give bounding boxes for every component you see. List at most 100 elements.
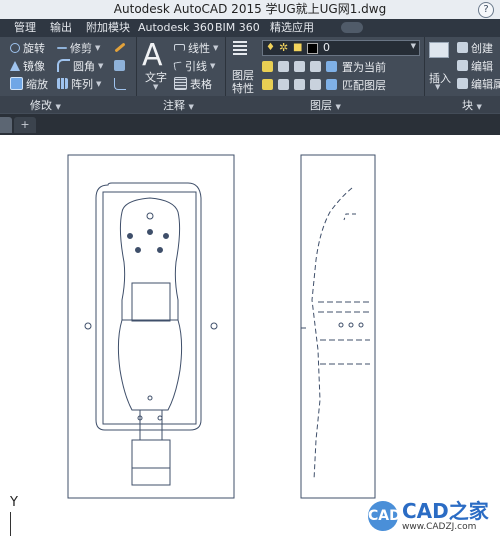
ribbon-group-labels: 修改 ▼ 注释 ▼ 图层 ▼ 块 ▼ xyxy=(0,96,500,113)
chevron-down-icon: ▼ xyxy=(210,61,216,70)
edit-attr-label: 编辑属 xyxy=(471,77,500,91)
menu-bar: 管理 输出 附加模块 Autodesk 360 BIM 360 精选应用 xyxy=(0,19,500,37)
menu-autodesk360[interactable]: Autodesk 360 xyxy=(138,21,214,35)
ucs-y-label: Y xyxy=(10,495,18,510)
chevron-down-icon[interactable]: ▼ xyxy=(435,83,440,91)
layer-unlock-icon[interactable] xyxy=(310,79,321,90)
annotation-group: A 文字 ▼ 线性 ▼ 引线 ▼ 表格 xyxy=(137,37,226,97)
layer-lock-icon[interactable] xyxy=(310,61,321,72)
layer-tools-row2: 匹配图层 xyxy=(262,77,386,92)
menu-bim360[interactable]: BIM 360 xyxy=(215,21,260,35)
upper-pad xyxy=(119,197,181,321)
array-label: 阵列 xyxy=(71,77,93,91)
side-profile-hidden xyxy=(311,187,353,481)
drawing-svg xyxy=(67,154,376,499)
sun-icon: ✲ xyxy=(279,41,289,54)
offset-icon xyxy=(114,77,126,90)
watermark-brand: CAD之家 xyxy=(402,498,489,523)
offset-button[interactable] xyxy=(114,76,126,91)
scale-button[interactable]: 缩放 xyxy=(10,76,48,91)
layer-thaw-icon[interactable] xyxy=(294,79,305,90)
layer-dropdown[interactable]: ♦ ✲ ■ 0 ▼ xyxy=(262,40,420,56)
dimension-icon xyxy=(174,44,185,51)
modify-group: 旋转 修剪 ▼ 镜像 圆角 ▼ 缩放 阵列 ▼ xyxy=(0,37,137,97)
base-plug xyxy=(131,439,171,486)
new-tab-button[interactable]: + xyxy=(14,117,36,133)
layer-properties-label[interactable]: 图层 特性 xyxy=(232,69,254,95)
watermark: CAD CAD之家 www.CADZJ.com xyxy=(368,494,489,538)
layer-stack-icon[interactable] xyxy=(233,41,247,55)
chevron-down-icon: ▼ xyxy=(96,79,102,88)
explode-icon xyxy=(114,60,125,71)
chevron-down-icon: ▼ xyxy=(213,43,219,52)
ribbon-toggle-button[interactable] xyxy=(341,22,363,33)
annotation-group-label[interactable]: 注释 ▼ xyxy=(163,97,194,113)
create-label: 创建 xyxy=(471,41,493,55)
explode-button[interactable] xyxy=(114,58,125,73)
mirror-label: 镜像 xyxy=(23,59,45,73)
match-layer-icon xyxy=(326,79,337,90)
document-tab[interactable] xyxy=(0,117,12,133)
current-layer-name: 0 xyxy=(323,41,330,54)
neck xyxy=(139,409,163,441)
fillet-icon xyxy=(57,59,70,72)
rotate-button[interactable]: 旋转 xyxy=(10,40,45,55)
leader-icon xyxy=(173,60,183,71)
layer-on-icon[interactable] xyxy=(262,79,273,90)
table-button[interactable]: 表格 xyxy=(174,76,212,91)
trim-label: 修剪 xyxy=(70,41,92,55)
match-prop-button[interactable] xyxy=(114,40,126,55)
table-icon xyxy=(174,77,187,90)
mirror-button[interactable]: 镜像 xyxy=(10,58,45,73)
rotate-icon xyxy=(10,42,20,53)
fillet-button[interactable]: 圆角 ▼ xyxy=(57,58,103,73)
mount-hole-right xyxy=(210,322,218,330)
leader-button[interactable]: 引线 ▼ xyxy=(173,58,216,73)
edit-attributes-button[interactable]: 编辑属 xyxy=(457,76,500,91)
mirror-icon xyxy=(10,60,20,71)
layer-isolate-icon[interactable] xyxy=(278,61,289,72)
modify-group-label[interactable]: 修改 ▼ xyxy=(30,97,61,113)
lightbulb-icon: ♦ xyxy=(266,42,275,53)
insert-block-icon[interactable] xyxy=(429,42,449,58)
edit-block-button[interactable]: 编辑 xyxy=(457,58,493,73)
match-layer-label[interactable]: 匹配图层 xyxy=(342,77,386,93)
help-icon[interactable]: ? xyxy=(478,2,494,18)
edit-label: 编辑 xyxy=(471,59,493,73)
rotate-label: 旋转 xyxy=(23,41,45,55)
leader-label: 引线 xyxy=(185,59,207,73)
table-label: 表格 xyxy=(190,77,212,91)
edit-attr-icon xyxy=(457,78,468,89)
text-icon[interactable]: A xyxy=(142,38,163,73)
menu-manage[interactable]: 管理 xyxy=(14,21,36,35)
center-block xyxy=(131,282,171,322)
layers-group: 图层 特性 ♦ ✲ ■ 0 ▼ 置为当前 匹配图层 xyxy=(226,37,425,97)
chevron-down-icon: ▼ xyxy=(98,61,104,70)
window-title: Autodesk AutoCAD 2015 学UG就上UG网1.dwg xyxy=(113,2,387,16)
block-group-label[interactable]: 块 ▼ xyxy=(462,97,482,113)
layer-off-icon[interactable] xyxy=(262,61,273,72)
drawing-canvas[interactable] xyxy=(0,135,500,540)
chevron-down-icon[interactable]: ▼ xyxy=(153,83,158,91)
layer-unisolate-icon[interactable] xyxy=(278,79,289,90)
body-outline xyxy=(95,182,202,431)
trim-icon xyxy=(57,46,67,49)
create-block-button[interactable]: 创建 xyxy=(457,40,493,55)
layers-group-label[interactable]: 图层 ▼ xyxy=(310,97,341,113)
lock-icon: ■ xyxy=(293,42,303,53)
linear-label: 线性 xyxy=(188,41,210,55)
body-inner-rim xyxy=(102,191,197,425)
menu-featured-apps[interactable]: 精选应用 xyxy=(270,21,314,35)
scale-icon xyxy=(10,77,23,90)
menu-addons[interactable]: 附加模块 xyxy=(86,21,130,35)
trim-button[interactable]: 修剪 ▼ xyxy=(57,40,100,55)
make-current-label[interactable]: 置为当前 xyxy=(342,59,386,75)
chevron-down-icon: ▼ xyxy=(410,42,416,50)
array-icon xyxy=(57,78,68,89)
array-button[interactable]: 阵列 ▼ xyxy=(57,76,101,91)
block-group: 插入 ▼ 创建 编辑 编辑属 xyxy=(425,37,500,97)
linear-dim-button[interactable]: 线性 ▼ xyxy=(174,40,218,55)
menu-output[interactable]: 输出 xyxy=(50,21,72,35)
create-block-icon xyxy=(457,42,468,53)
layer-freeze-icon[interactable] xyxy=(294,61,305,72)
